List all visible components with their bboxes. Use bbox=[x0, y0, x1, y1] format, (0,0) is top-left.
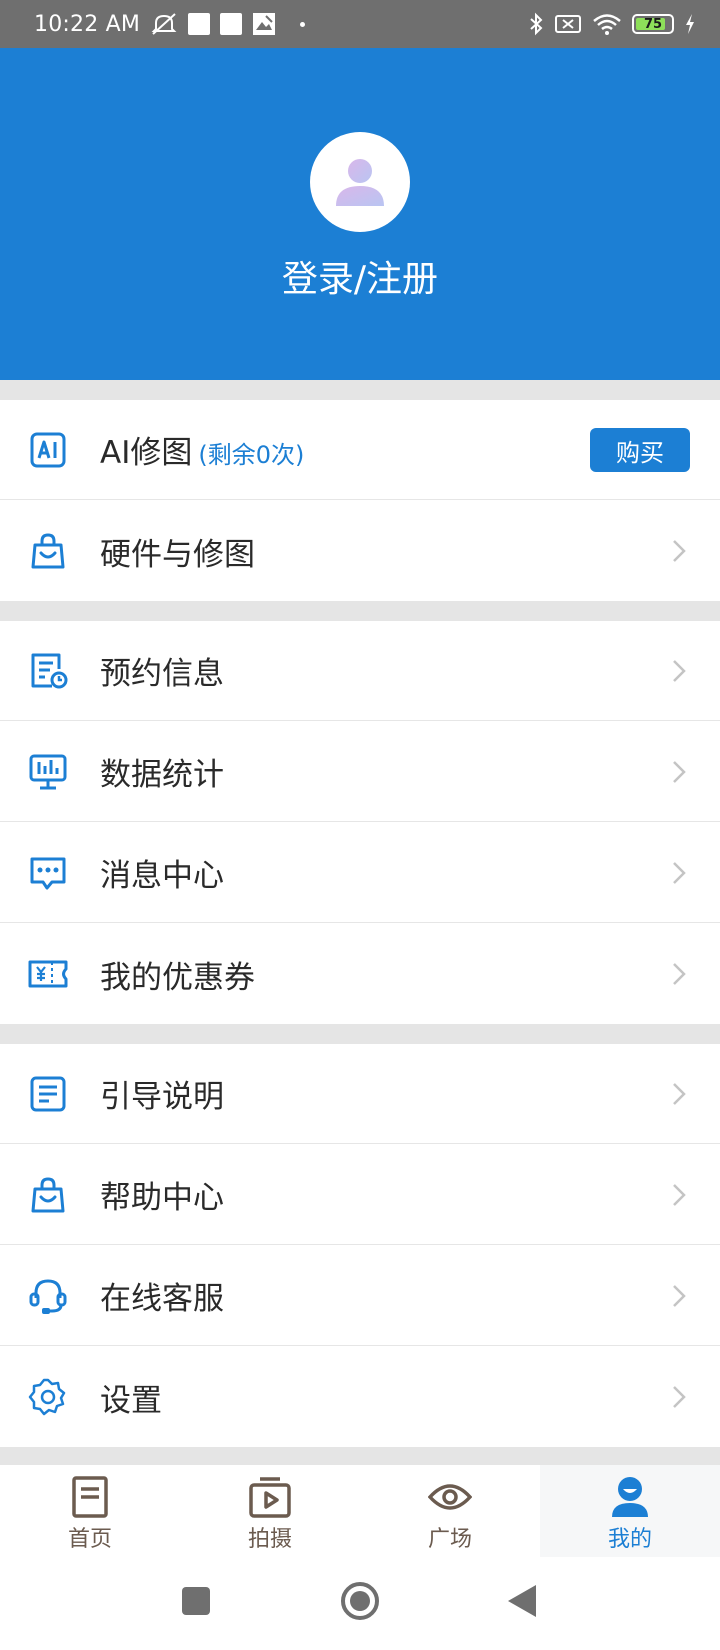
chevron-right-icon bbox=[673, 963, 686, 985]
profile-icon bbox=[612, 1477, 648, 1517]
menu-item-guide[interactable]: 引导说明 bbox=[0, 1044, 720, 1144]
bottom-tab-bar: 首页 拍摄 广场 我的 bbox=[0, 1465, 720, 1557]
section-divider bbox=[0, 601, 720, 621]
back-button[interactable] bbox=[508, 1585, 536, 1617]
menu-item-label: 我的优惠券 bbox=[100, 959, 255, 996]
mute-icon bbox=[151, 13, 177, 35]
avatar[interactable] bbox=[310, 132, 410, 232]
ai-icon bbox=[30, 432, 66, 468]
image-icon bbox=[253, 13, 276, 35]
menu-item-label: 预约信息 bbox=[100, 656, 224, 692]
eye-icon bbox=[428, 1484, 472, 1510]
ai-retouch-label: AI修图 bbox=[100, 435, 193, 471]
coupon-icon bbox=[28, 960, 68, 988]
headset-icon bbox=[29, 1279, 67, 1314]
chevron-right-icon bbox=[673, 1386, 686, 1408]
status-time: 10:22 AM bbox=[34, 11, 141, 37]
menu-item-label: 设置 bbox=[100, 1382, 162, 1419]
camera-play-icon bbox=[249, 1477, 291, 1518]
menu-item-hardware-retouch[interactable]: 硬件与修图 bbox=[0, 501, 720, 601]
menu-item-label: 引导说明 bbox=[100, 1079, 224, 1115]
chevron-right-icon bbox=[673, 761, 686, 783]
tab-home[interactable]: 首页 bbox=[0, 1465, 180, 1557]
buy-button[interactable]: 购买 bbox=[590, 428, 690, 472]
tab-square[interactable]: 广场 bbox=[360, 1465, 540, 1557]
home-icon bbox=[72, 1476, 108, 1518]
menu-item-appointment[interactable]: 预约信息 bbox=[0, 621, 720, 721]
no-sim-icon bbox=[555, 15, 581, 33]
tab-label: 首页 bbox=[67, 1527, 112, 1552]
system-navigation-bar bbox=[0, 1557, 720, 1650]
ai-remaining-count: (剩余0次) bbox=[198, 441, 305, 469]
menu-item-messages[interactable]: 消息中心 bbox=[0, 823, 720, 923]
guide-icon bbox=[30, 1076, 66, 1112]
menu-item-settings[interactable]: 设置 bbox=[0, 1347, 720, 1447]
menu-item-help[interactable]: 帮助中心 bbox=[0, 1145, 720, 1245]
section-divider bbox=[0, 380, 720, 400]
menu-item-label: 在线客服 bbox=[100, 1281, 224, 1317]
section-divider bbox=[0, 1447, 720, 1465]
recent-apps-button[interactable] bbox=[182, 1587, 210, 1615]
notification-box-icon bbox=[188, 13, 211, 35]
profile-header: 登录/注册 bbox=[0, 48, 720, 380]
menu-item-label: AI修图 (剩余0次) bbox=[100, 427, 304, 472]
status-right: 75 bbox=[528, 12, 696, 36]
tab-shoot[interactable]: 拍摄 bbox=[180, 1465, 360, 1557]
section-divider bbox=[0, 1024, 720, 1044]
menu-item-label: 硬件与修图 bbox=[100, 536, 255, 573]
battery-icon: 75 bbox=[632, 14, 674, 34]
tab-label: 广场 bbox=[427, 1527, 472, 1552]
menu-item-online-support[interactable]: 在线客服 bbox=[0, 1246, 720, 1346]
tab-mine[interactable]: 我的 bbox=[540, 1465, 720, 1557]
menu-item-statistics[interactable]: 数据统计 bbox=[0, 722, 720, 822]
tab-label: 我的 bbox=[607, 1527, 652, 1552]
charging-icon bbox=[686, 14, 694, 34]
chevron-right-icon bbox=[673, 1184, 686, 1206]
chevron-right-icon bbox=[673, 1285, 686, 1307]
appointment-icon bbox=[31, 653, 68, 689]
login-register-link[interactable]: 登录/注册 bbox=[0, 250, 720, 302]
menu-item-label: 消息中心 bbox=[100, 858, 224, 894]
menu-item-coupons[interactable]: 我的优惠券 bbox=[0, 924, 720, 1024]
chevron-right-icon bbox=[673, 1083, 686, 1105]
status-left-icons bbox=[150, 11, 306, 37]
bluetooth-icon bbox=[530, 12, 543, 36]
home-dot-icon bbox=[350, 1591, 370, 1611]
menu-item-label: 帮助中心 bbox=[100, 1180, 224, 1216]
statistics-icon bbox=[29, 754, 67, 790]
settings-icon bbox=[28, 1378, 66, 1416]
status-bar: 10:22 AM 75 bbox=[0, 0, 720, 48]
battery-level: 75 bbox=[643, 16, 663, 32]
home-button[interactable] bbox=[341, 1582, 379, 1620]
menu-item-label: 数据统计 bbox=[100, 757, 224, 793]
default-avatar-icon bbox=[336, 159, 384, 206]
chevron-right-icon bbox=[673, 660, 686, 682]
help-icon bbox=[31, 1177, 65, 1213]
chevron-right-icon bbox=[673, 862, 686, 884]
menu-item-ai-retouch[interactable]: AI修图 (剩余0次) 购买 bbox=[0, 400, 720, 500]
wifi-icon bbox=[593, 14, 621, 35]
shopping-bag-icon bbox=[31, 533, 65, 569]
notification-box-icon bbox=[220, 13, 243, 35]
dot-icon bbox=[300, 21, 306, 27]
tab-label: 拍摄 bbox=[247, 1527, 292, 1552]
message-icon bbox=[30, 857, 66, 890]
chevron-right-icon bbox=[673, 540, 686, 562]
